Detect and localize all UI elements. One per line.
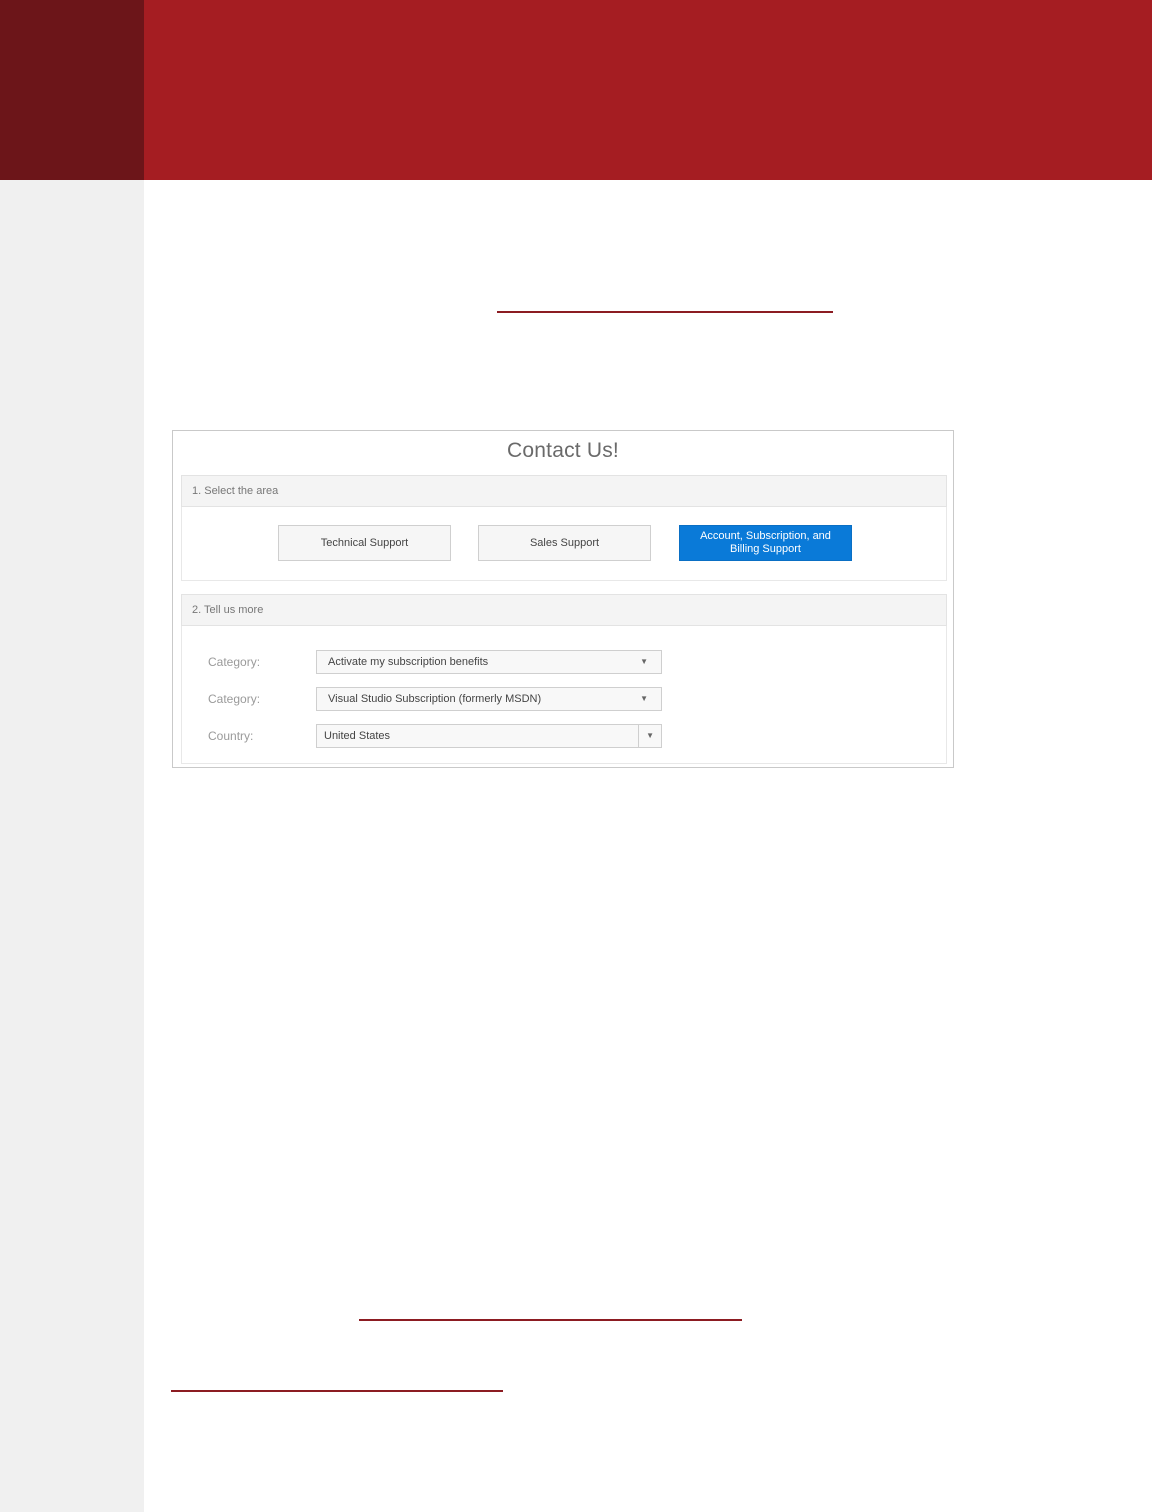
link-underline[interactable] (497, 311, 833, 313)
chevron-down-icon[interactable]: ▼ (646, 731, 654, 740)
category-select-value: Activate my subscription benefits (328, 656, 489, 668)
category-select[interactable]: Activate my subscription benefits ▼ (316, 650, 662, 674)
country-select[interactable]: United States ▼ (316, 724, 662, 748)
country-label: Country: (208, 729, 254, 743)
subcategory-label: Category: (208, 692, 261, 706)
header-banner-accent (0, 0, 144, 180)
sales-support-button[interactable]: Sales Support (478, 525, 651, 561)
technical-support-button[interactable]: Technical Support (278, 525, 451, 561)
section-select-area-heading: 1. Select the area (181, 475, 947, 507)
subcategory-select[interactable]: Visual Studio Subscription (formerly MSD… (316, 687, 662, 711)
header-banner (144, 0, 1152, 180)
select-divider (638, 725, 639, 747)
link-underline[interactable] (171, 1390, 503, 1392)
link-underline[interactable] (359, 1319, 742, 1321)
chevron-down-icon[interactable]: ▼ (640, 694, 648, 703)
chevron-down-icon[interactable]: ▼ (640, 657, 648, 666)
subcategory-select-value: Visual Studio Subscription (formerly MSD… (328, 693, 542, 705)
section-tell-us-more: Category: Activate my subscription benef… (181, 626, 947, 764)
left-margin-strip (0, 180, 144, 1512)
section-tell-us-more-heading: 2. Tell us more (181, 594, 947, 626)
category-label: Category: (208, 655, 261, 669)
account-billing-support-button[interactable]: Account, Subscription, and Billing Suppo… (679, 525, 852, 561)
contact-us-screenshot: Contact Us! 1. Select the area Technical… (172, 430, 954, 768)
section-select-area: Technical Support Sales Support Account,… (181, 507, 947, 581)
country-select-value: United States (324, 730, 391, 742)
contact-us-title: Contact Us! (507, 439, 619, 462)
document-page: Contact Us! 1. Select the area Technical… (0, 0, 1152, 1512)
